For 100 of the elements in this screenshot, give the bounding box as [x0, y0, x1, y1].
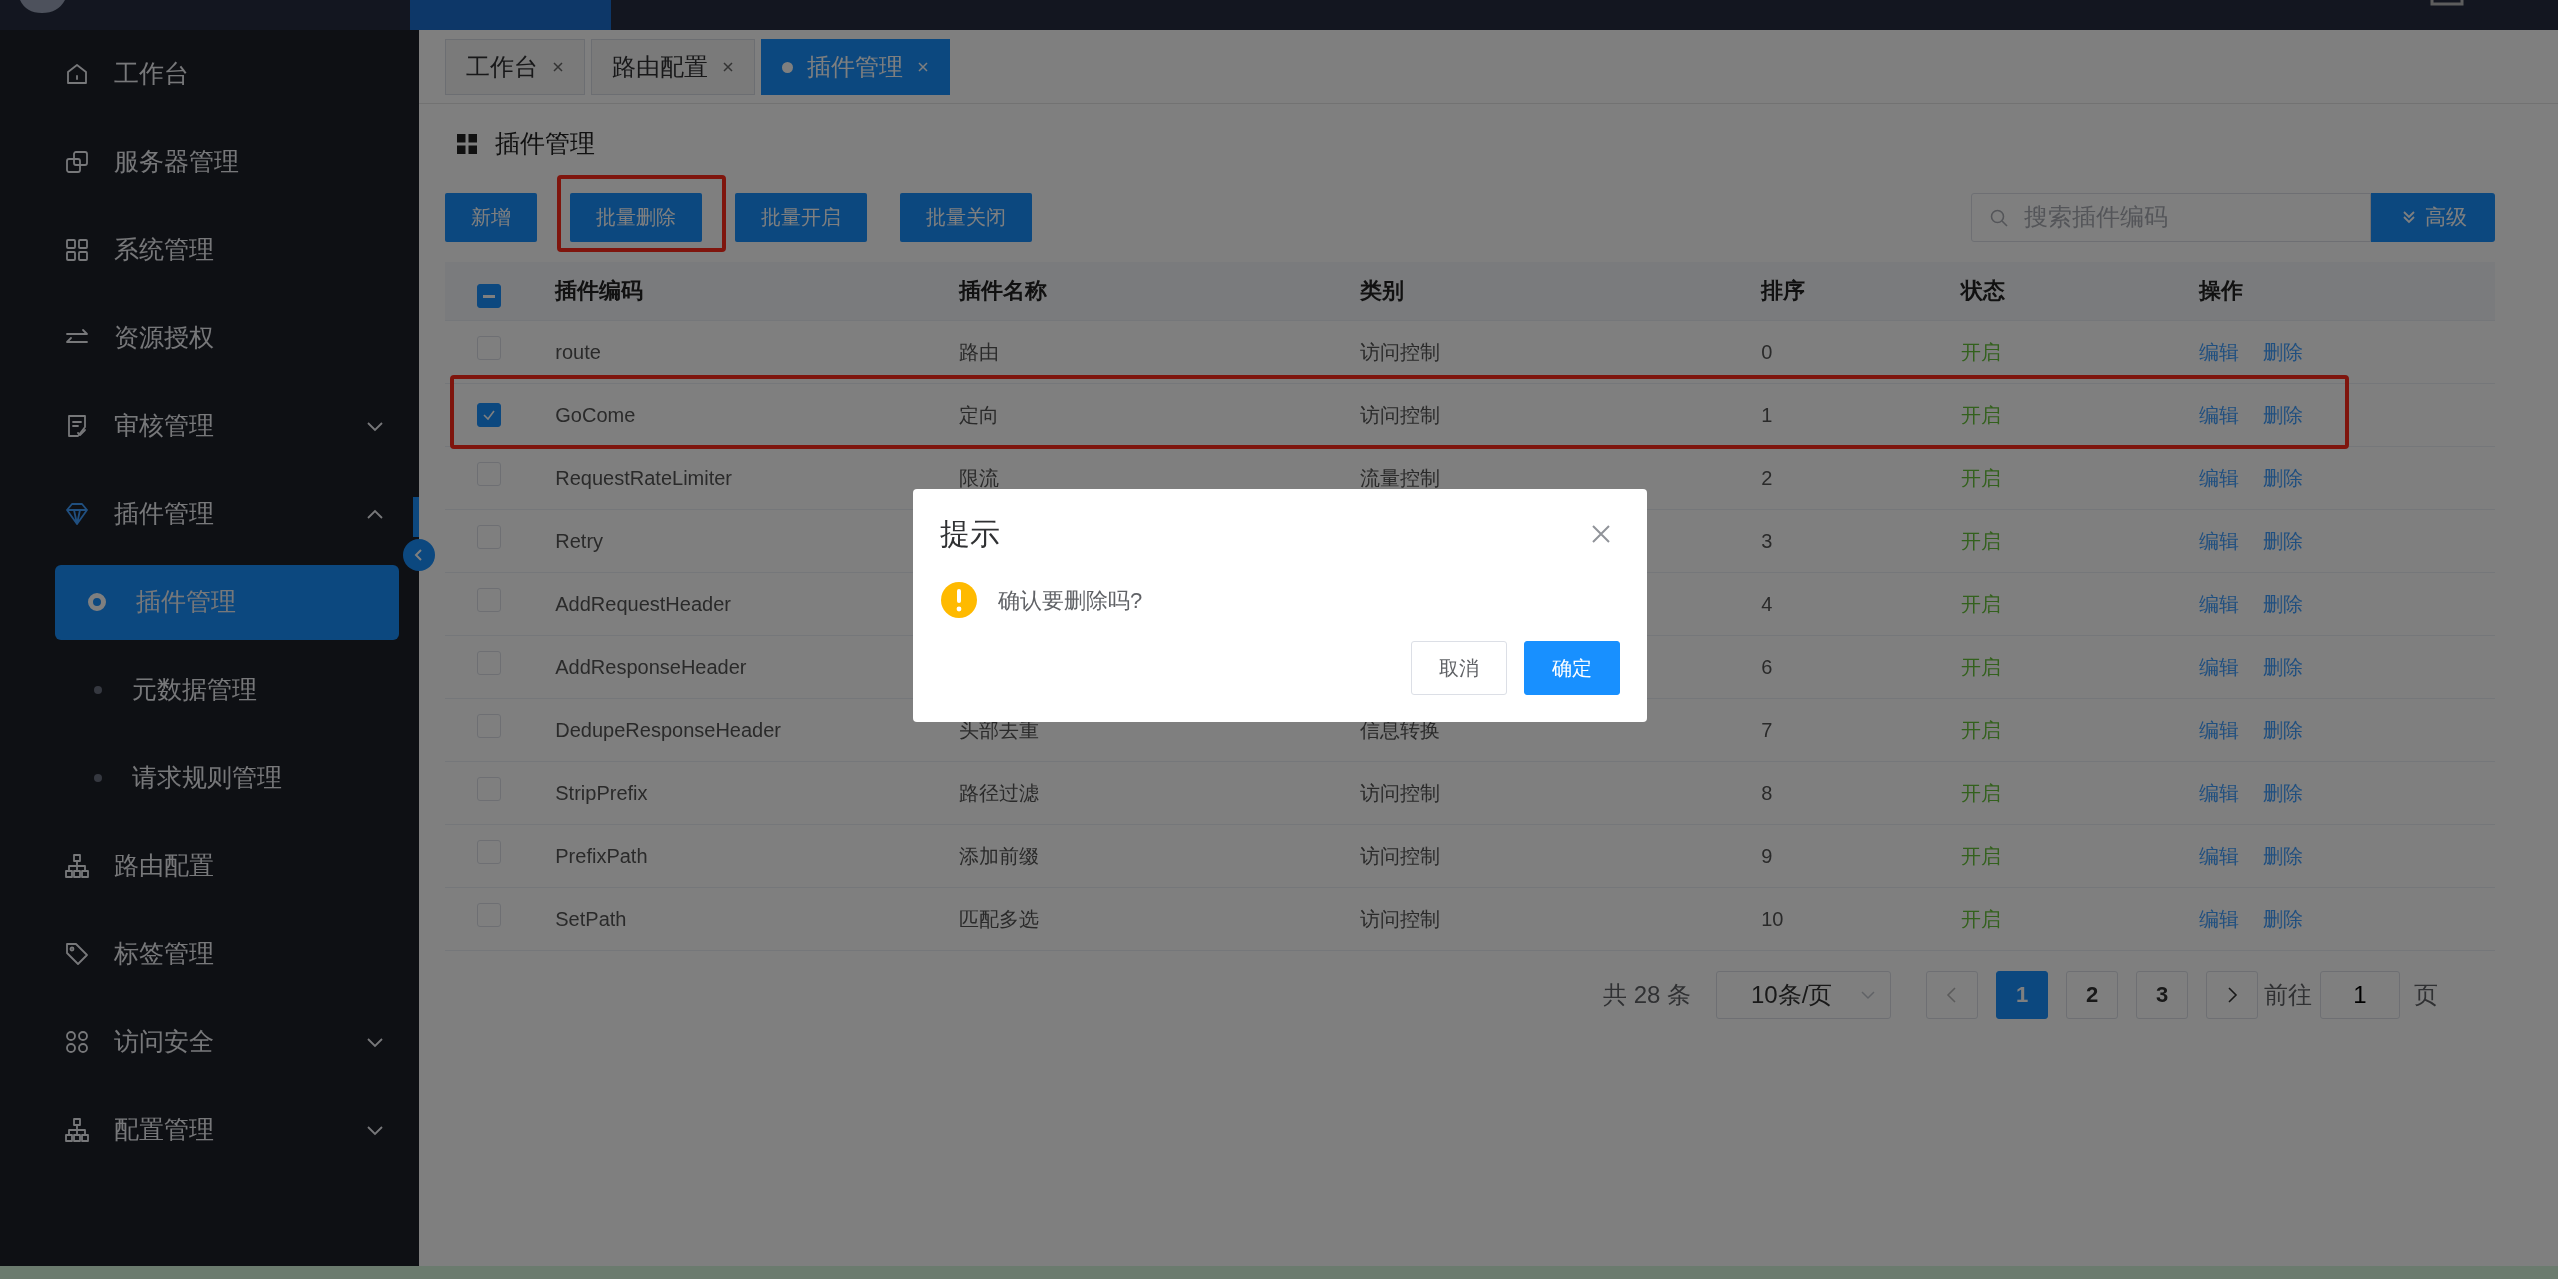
edit-link[interactable]: 编辑 — [2199, 781, 2240, 804]
total-count: 共 28 条 — [1602, 979, 1691, 1010]
sidebar-item[interactable]: 标签管理 — [0, 910, 399, 998]
nav-highlight[interactable] — [410, 0, 611, 30]
edit-link[interactable]: 编辑 — [2199, 592, 2240, 615]
checkbox[interactable] — [477, 402, 501, 427]
column-header: 状态 — [1959, 262, 2199, 320]
sidebar-item[interactable]: 插件管理 — [0, 470, 399, 558]
table-cell: AddResponseHeader — [555, 655, 747, 678]
sidebar-item[interactable]: 访问安全 — [0, 998, 399, 1086]
edit-link[interactable]: 编辑 — [2199, 655, 2240, 678]
edit-link[interactable]: 编辑 — [2199, 466, 2240, 489]
warning-icon — [940, 581, 978, 619]
table-cell: DedupeResponseHeader — [555, 718, 781, 741]
minus-icon — [483, 294, 495, 298]
table-cell: 访问控制 — [1360, 781, 1441, 804]
edit-link[interactable]: 编辑 — [2199, 718, 2240, 741]
dot-icon — [782, 61, 793, 73]
table-cell: 6 — [1761, 655, 1773, 678]
close-icon[interactable] — [1590, 522, 1612, 545]
page-tab[interactable]: 插件管理 — [761, 39, 950, 95]
table-cell: SetPath — [555, 907, 627, 930]
page-title: 插件管理 — [495, 128, 595, 160]
delete-link[interactable]: 删除 — [2263, 655, 2304, 678]
table-cell: 访问控制 — [1360, 907, 1441, 930]
dot-icon — [94, 774, 102, 782]
column-header: 操作 — [2198, 262, 2495, 320]
table-cell: 7 — [1761, 718, 1773, 741]
goto-label: 前往 — [2264, 979, 2312, 1010]
page-button[interactable]: 2 — [2066, 970, 2118, 1019]
delete-link[interactable]: 删除 — [2263, 529, 2304, 552]
sidebar-item[interactable]: 工作台 — [0, 30, 399, 118]
grid-icon — [457, 134, 477, 154]
table-cell: 路径过滤 — [959, 781, 1040, 804]
submenu-item[interactable]: 插件管理 — [55, 564, 399, 640]
delete-link[interactable]: 删除 — [2263, 592, 2304, 615]
delete-link[interactable]: 删除 — [2263, 844, 2304, 867]
table-cell: PrefixPath — [555, 844, 648, 867]
delete-link[interactable]: 删除 — [2263, 907, 2304, 930]
submenu-item[interactable]: 请求规则管理 — [55, 740, 399, 816]
sidebar-item[interactable]: 系统管理 — [0, 206, 399, 294]
toolbar-button[interactable]: 批量开启 — [735, 192, 867, 242]
chevron-right-icon — [2225, 985, 2239, 1004]
sidebar-item[interactable]: 配置管理 — [0, 1086, 399, 1174]
cancel-button[interactable]: 取消 — [1411, 641, 1507, 695]
table-cell: 9 — [1761, 844, 1773, 867]
table-cell: 8 — [1761, 781, 1773, 804]
sidebar-item[interactable]: 路由配置 — [0, 822, 399, 910]
table-cell: 4 — [1761, 592, 1773, 615]
table-cell: 0 — [1761, 340, 1773, 363]
page-button[interactable]: 3 — [2136, 970, 2188, 1019]
dialog-title: 提示 — [940, 516, 1000, 552]
toolbar-button[interactable]: 新增 — [445, 192, 537, 242]
table-cell: 限流 — [959, 466, 1000, 489]
page-suffix: 页 — [2414, 979, 2438, 1010]
sidebar-item[interactable]: 资源授权 — [0, 294, 399, 382]
page-input[interactable]: 1 — [2320, 970, 2400, 1019]
delete-link[interactable]: 删除 — [2263, 403, 2304, 426]
delete-link[interactable]: 删除 — [2263, 781, 2304, 804]
table-cell: 1 — [1761, 403, 1773, 426]
table-cell: 10 — [1761, 907, 1784, 930]
delete-link[interactable]: 删除 — [2263, 340, 2304, 363]
table-cell: RequestRateLimiter — [555, 466, 732, 489]
table-cell: 路由 — [959, 340, 1000, 363]
next-page-button[interactable] — [2206, 970, 2258, 1019]
column-header: 插件编码 — [554, 262, 959, 320]
toolbar-button[interactable]: 批量关闭 — [900, 192, 1032, 242]
checkbox[interactable] — [477, 284, 501, 308]
table-cell: StripPrefix — [555, 781, 648, 804]
page-tab[interactable]: 路由配置 — [591, 39, 755, 95]
table-cell: GoCome — [555, 403, 636, 426]
page-button[interactable]: 1 — [1996, 970, 2048, 1019]
submenu-item[interactable]: 元数据管理 — [55, 652, 399, 728]
page-size-select[interactable]: 10条/页 — [1716, 970, 1891, 1019]
advanced-button[interactable]: 高级 — [2371, 192, 2495, 242]
edit-link[interactable]: 编辑 — [2199, 844, 2240, 867]
column-header: 排序 — [1760, 262, 1960, 320]
collapse-button[interactable] — [403, 539, 435, 571]
delete-link[interactable]: 删除 — [2263, 466, 2304, 489]
edit-link[interactable]: 编辑 — [2199, 403, 2240, 426]
table-cell: 访问控制 — [1360, 340, 1441, 363]
close-icon — [917, 61, 929, 73]
status-text: 开启 — [1960, 403, 2001, 426]
confirm-button[interactable]: 确定 — [1524, 641, 1620, 695]
ring-icon — [88, 593, 106, 611]
edit-link[interactable]: 编辑 — [2199, 529, 2240, 552]
search-icon — [1989, 207, 2009, 228]
delete-link[interactable]: 删除 — [2263, 718, 2304, 741]
table-cell: 访问控制 — [1360, 403, 1441, 426]
sidebar-item[interactable]: 服务器管理 — [0, 118, 399, 206]
page-tab[interactable]: 工作台 — [445, 39, 585, 95]
table-cell: 定向 — [959, 403, 1000, 426]
table-cell: 匹配多选 — [959, 907, 1040, 930]
edit-link[interactable]: 编辑 — [2199, 907, 2240, 930]
edit-link[interactable]: 编辑 — [2199, 340, 2240, 363]
table-cell: 信息转换 — [1360, 718, 1441, 741]
table-cell: 3 — [1761, 529, 1773, 552]
toolbar-button[interactable]: 批量删除 — [570, 192, 702, 242]
sidebar-item[interactable]: 审核管理 — [0, 382, 399, 470]
double-chevron-icon — [2401, 209, 2417, 225]
